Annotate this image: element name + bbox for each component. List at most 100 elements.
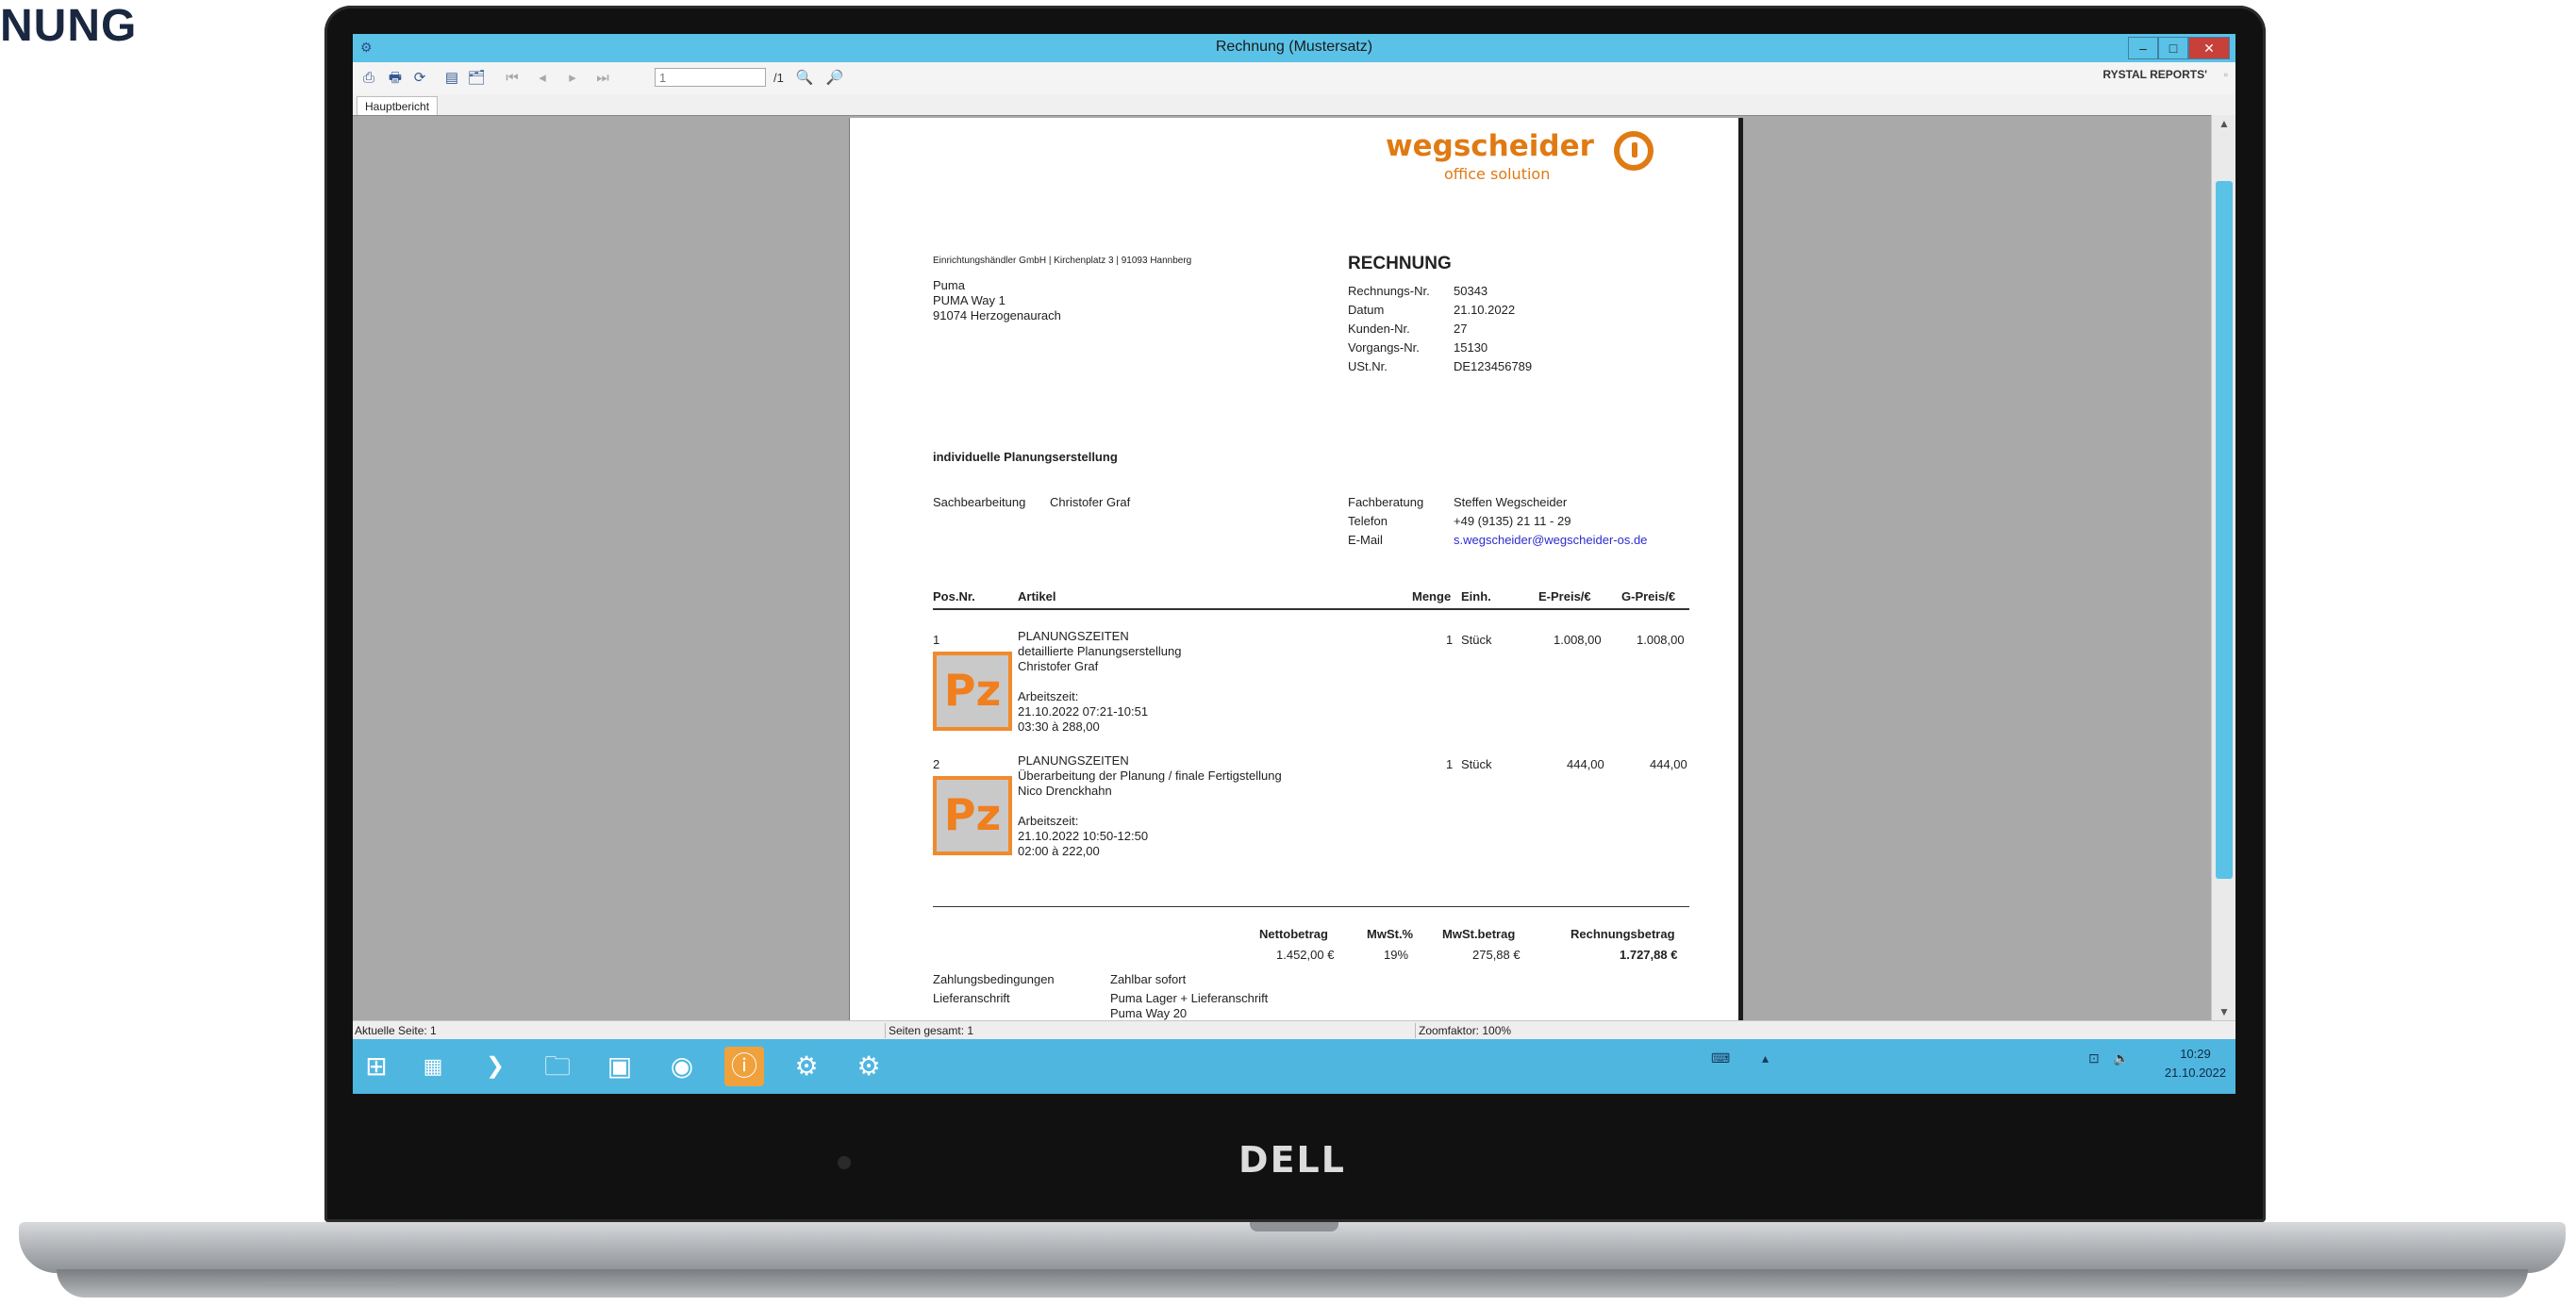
maximize-button[interactable]: □ xyxy=(2158,37,2188,59)
minimize-button[interactable]: – xyxy=(2128,37,2158,59)
scroll-down-icon[interactable]: ▼ xyxy=(2212,1005,2235,1018)
refresh-icon[interactable]: ⟳ xyxy=(409,68,430,89)
first-page-icon[interactable]: ⏮ xyxy=(502,68,523,89)
keyboard-icon[interactable]: ⌨ xyxy=(1711,1050,1730,1066)
totals-rule xyxy=(933,906,1689,907)
item-qty: 1 xyxy=(1446,757,1454,771)
item-line: Überarbeitung der Planung / finale Ferti… xyxy=(1018,769,1282,783)
vat-amount-value: 275,88 € xyxy=(1472,948,1521,962)
group-tree-icon[interactable]: ▤ xyxy=(441,68,462,89)
vat-pct-value: 19% xyxy=(1384,948,1409,962)
next-page-icon[interactable]: ▸ xyxy=(562,68,583,89)
page-heading: NUNG xyxy=(0,1,138,51)
recipient-line: Puma xyxy=(933,278,965,292)
dell-logo: DELL xyxy=(1238,1139,1346,1181)
clock-date: 21.10.2022 xyxy=(2164,1066,2226,1080)
table-header-rule xyxy=(933,608,1689,610)
page-number-input[interactable] xyxy=(655,68,766,87)
scroll-up-icon[interactable]: ▲ xyxy=(2212,117,2235,130)
laptop-base-bottom xyxy=(57,1269,2528,1298)
company-logo-text: wegscheider xyxy=(1386,129,1594,163)
sender-line: Einrichtungshändler GmbH | Kirchenplatz … xyxy=(933,256,1192,266)
company-logo-subtitle: office solution xyxy=(1444,165,1551,183)
server-manager-icon[interactable]: ▦ xyxy=(413,1047,453,1086)
crystal-reports-label: RYSTAL REPORTS' xyxy=(2102,68,2207,81)
contact-email-link[interactable]: s.wegscheider@wegscheider-os.de xyxy=(1454,533,1647,547)
item-unit: Stück xyxy=(1461,633,1492,647)
footer-value: Zahlbar sofort xyxy=(1110,972,1187,986)
item-line: Arbeitszeit: xyxy=(1018,689,1079,703)
item-line: Nico Drenckhahn xyxy=(1018,784,1112,798)
meta-label: Kunden-Nr. xyxy=(1348,322,1410,336)
item-line: 21.10.2022 10:50-12:50 xyxy=(1018,829,1149,843)
column-header: Einh. xyxy=(1461,589,1491,603)
file-explorer-icon[interactable]: 🗀 xyxy=(538,1047,577,1086)
base-vent-right xyxy=(2169,1282,2302,1286)
chrome-icon[interactable]: ◉ xyxy=(662,1047,702,1086)
meta-label: Rechnungs-Nr. xyxy=(1348,284,1430,298)
footer-value: Puma Way 20 xyxy=(1110,1006,1188,1020)
meta-label: USt.Nr. xyxy=(1348,359,1388,373)
current-page-status: Aktuelle Seite: 1 xyxy=(355,1024,437,1037)
powershell-icon[interactable]: ❯ xyxy=(475,1047,515,1086)
column-header: E-Preis/€ xyxy=(1538,589,1591,603)
total-pages-status: Seiten gesamt: 1 xyxy=(889,1024,974,1037)
network-icon[interactable]: ⊡ xyxy=(2088,1050,2100,1066)
item-unit-price: 1.008,00 xyxy=(1554,633,1602,647)
tray-expand-icon[interactable]: ▴ xyxy=(1762,1050,1769,1066)
print-icon[interactable]: 🖶 xyxy=(385,68,406,89)
footer-label: Lieferanschrift xyxy=(933,991,1010,1005)
zoom-icon[interactable]: 🔎 xyxy=(824,68,845,89)
previous-page-icon[interactable]: ◂ xyxy=(532,68,553,89)
report-viewer: wegscheider office solution Einrichtungs… xyxy=(353,115,2211,1021)
vertical-scrollbar[interactable]: ▲ ▼ xyxy=(2211,115,2235,1020)
taskbar-clock[interactable]: 10:29 21.10.2022 xyxy=(2165,1045,2226,1083)
item-unit: Stück xyxy=(1461,757,1492,771)
export-icon[interactable]: ⎙ xyxy=(358,68,379,89)
contact-value: Steffen Wegscheider xyxy=(1454,495,1568,509)
crystal-reports-task-icon[interactable]: ⚙ xyxy=(787,1047,826,1086)
statusbar: Aktuelle Seite: 1 Seiten gesamt: 1 Zoomf… xyxy=(353,1020,2235,1040)
crystal-reports-icon: ▫ xyxy=(2223,68,2228,81)
recipient-line: PUMA Way 1 xyxy=(933,293,1005,307)
store-icon[interactable]: ▣ xyxy=(600,1047,640,1086)
windows-start-icon[interactable]: ⊞ xyxy=(357,1047,396,1086)
zoom-status: Zoomfaktor: 100% xyxy=(1419,1024,1512,1037)
meta-value: 27 xyxy=(1454,322,1468,336)
vat-pct-label: MwSt.% xyxy=(1367,927,1414,941)
search-icon[interactable]: 🔍 xyxy=(794,68,815,89)
windows-taskbar: ⊞ ▦ ❯ 🗀 ▣ ◉ ⓘ ⚙ ⚙ ⌨ ▴ ⊡ 🔈 10:29 21.10.20… xyxy=(353,1039,2235,1094)
hinge-notch xyxy=(1250,1222,1338,1232)
item-unit-price: 444,00 xyxy=(1567,757,1604,771)
tab-hauptbericht[interactable]: Hauptbericht xyxy=(357,96,439,116)
contact-label: Fachberatung xyxy=(1348,495,1424,509)
window-titlebar: ⚙ Rechnung (Mustersatz) – □ ✕ xyxy=(353,34,2235,62)
meta-value: 50343 xyxy=(1454,284,1488,298)
meta-label: Datum xyxy=(1348,303,1385,317)
footer-value: Puma Lager + Lieferanschrift xyxy=(1110,991,1269,1005)
clerk-name: Christofer Graf xyxy=(1050,495,1131,509)
volume-icon[interactable]: 🔈 xyxy=(2113,1050,2129,1066)
item-image: Pz xyxy=(933,776,1012,855)
item-qty: 1 xyxy=(1446,633,1454,647)
invoice-heading: RECHNUNG xyxy=(1348,254,1452,273)
last-page-icon[interactable]: ⏭ xyxy=(592,68,613,89)
footer-label: Zahlungsbedingungen xyxy=(933,972,1055,986)
crystal-reports-task-icon-2[interactable]: ⚙ xyxy=(849,1047,889,1086)
meta-value: DE123456789 xyxy=(1454,359,1533,373)
item-total-price: 444,00 xyxy=(1650,757,1687,771)
net-label: Nettobetrag xyxy=(1259,927,1328,941)
item-line: 03:30 à 288,00 xyxy=(1018,719,1100,734)
close-button[interactable]: ✕ xyxy=(2188,37,2230,59)
company-logo-icon xyxy=(1614,131,1654,171)
meta-value: 21.10.2022 xyxy=(1454,303,1516,317)
base-vent-left xyxy=(264,1282,396,1286)
parameters-icon[interactable]: 🗂 xyxy=(466,68,487,89)
camera-icon xyxy=(838,1156,851,1169)
wegscheider-app-icon[interactable]: ⓘ xyxy=(724,1047,764,1086)
column-header: Pos.Nr. xyxy=(933,589,975,603)
scrollbar-thumb[interactable] xyxy=(2216,181,2233,879)
contact-value: +49 (9135) 21 11 - 29 xyxy=(1454,514,1571,528)
item-line: Arbeitszeit: xyxy=(1018,814,1079,828)
contact-label: E-Mail xyxy=(1348,533,1383,547)
